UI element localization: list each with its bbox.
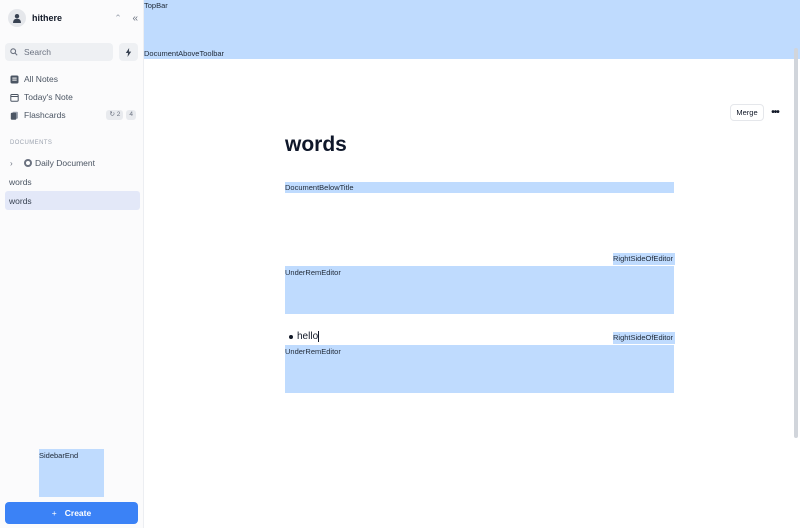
right-side-of-editor-slot-2: RightSideOfEditor [613,332,675,344]
nav-todays-note[interactable]: Today's Note [10,90,136,104]
create-button[interactable]: + Create [5,502,138,524]
bullet-dot-icon[interactable] [289,334,293,339]
page-title[interactable]: words [285,133,347,157]
create-button-label: Create [64,508,92,518]
sidebar-item-words-active[interactable]: words [5,191,140,210]
sidebar-item-words[interactable]: words [5,172,140,191]
nav-todays-note-label: Today's Note [24,92,73,102]
top-bar: TopBar DocumentAboveToolbar [144,0,800,59]
bullet-item[interactable]: hello [289,331,320,342]
flashcards-icon [10,111,19,120]
sidebar-end-slot: SidebarEnd [39,449,104,497]
search-input[interactable]: Search [5,43,113,61]
search-icon [10,48,18,56]
user-icon [8,9,26,27]
under-rem-editor-slot: UnderRemEditor [285,266,674,314]
bullet-text[interactable]: hello [297,331,318,342]
user-switcher[interactable]: hithere ⌃ « [8,8,138,28]
right-side-of-editor-slot: RightSideOfEditor [613,253,675,265]
scrollbar[interactable] [794,48,798,438]
topbar-label: TopBar [144,1,168,10]
flashcard-badges: ↻ 2 4 [106,110,136,120]
flashcard-due-badge: ↻ 2 [106,110,124,120]
more-icon[interactable]: ••• [768,104,782,121]
sidebar-item-daily-document[interactable]: › Daily Document [10,156,95,170]
bolt-icon [125,47,132,57]
daily-document-label: Daily Document [35,158,95,168]
nav-flashcards[interactable]: Flashcards ↻ 2 4 [10,108,136,122]
quick-action-button[interactable] [119,43,138,61]
sidebar: hithere ⌃ « Search All Notes Today's Not… [0,0,144,528]
collapse-sidebar-icon[interactable]: « [124,13,138,24]
documents-section-label: DOCUMENTS [10,140,53,146]
updown-chevron-icon[interactable]: ⌃ [112,13,124,24]
flashcard-due-count: 2 [116,111,121,118]
nav-all-notes[interactable]: All Notes [10,72,136,86]
nav-all-notes-label: All Notes [24,74,59,84]
username: hithere [32,13,63,23]
search-label: Search [24,47,51,57]
all-notes-icon [10,75,19,84]
text-cursor [318,331,320,342]
document-below-title-slot: DocumentBelowTitle [285,182,674,193]
merge-button[interactable]: Merge [730,104,764,121]
flashcard-count-badge: 4 [126,110,136,120]
plus-icon: + [51,508,57,518]
chevron-right-icon[interactable]: › [10,159,20,168]
document-above-toolbar-label: DocumentAboveToolbar [144,49,225,58]
calendar-icon [10,93,19,102]
nav-flashcards-label: Flashcards [24,110,66,120]
under-rem-editor-slot-2: UnderRemEditor [285,345,674,393]
daily-document-icon [24,159,32,167]
